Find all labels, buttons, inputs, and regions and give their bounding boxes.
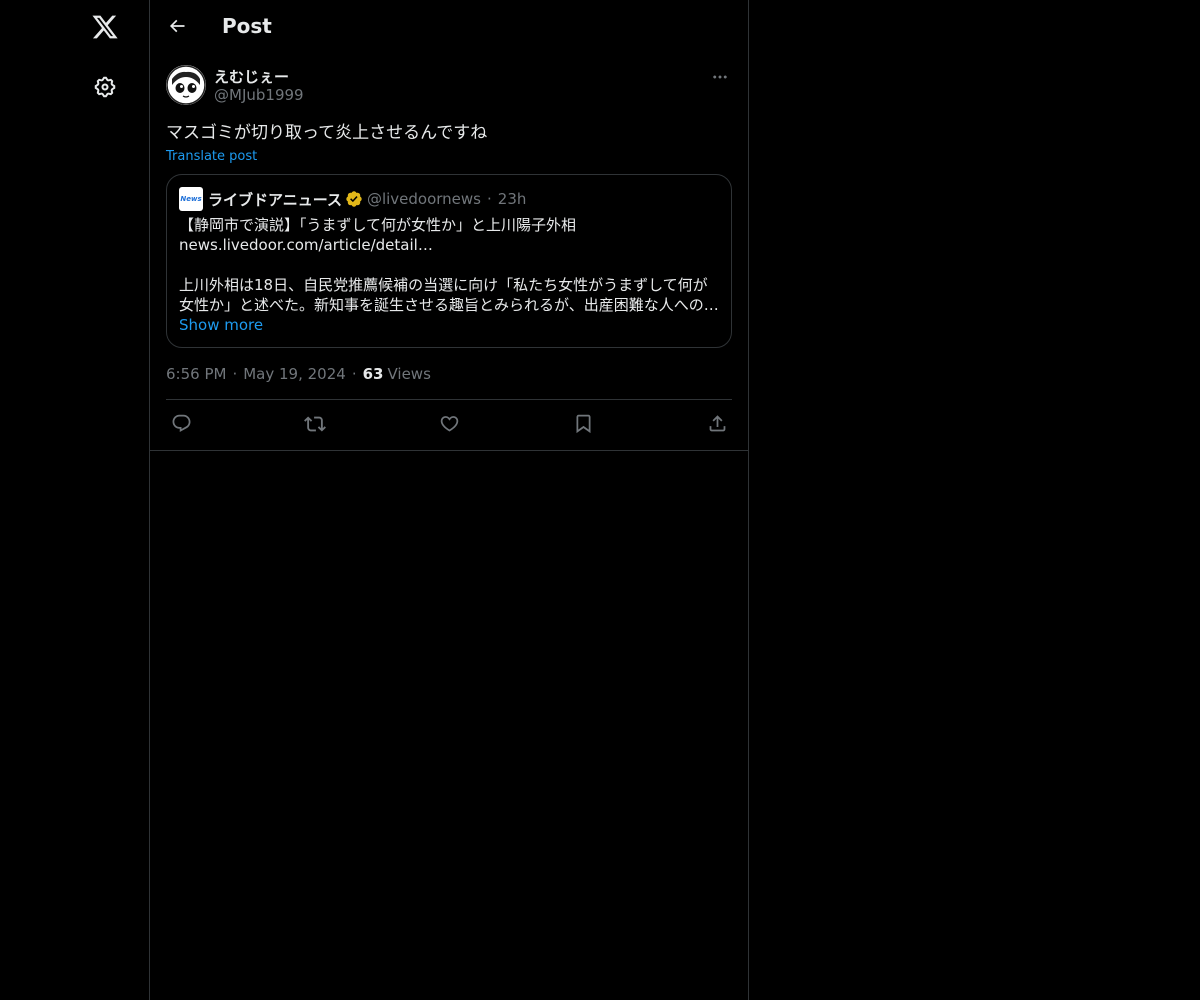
quote-link[interactable]: news.livedoor.com/article/detail… [179,235,719,255]
gear-icon[interactable] [80,62,130,112]
quoted-tweet-card[interactable]: News ライブドアニュース @livedoornews · 23h 【静岡市で… [166,174,732,348]
reply-button[interactable] [170,413,192,435]
like-button[interactable] [438,413,460,435]
separator-dot: · [351,364,357,383]
divider [150,450,748,451]
bookmark-icon [576,414,590,434]
translate-post-link[interactable]: Translate post [166,149,257,164]
quote-line: 【静岡市で演説】「うまずして何が女性か」と上川陽子外相 [179,216,577,234]
views-label: Views [387,364,431,383]
reply-icon [172,414,190,432]
back-button[interactable] [160,9,194,43]
author-display-name[interactable]: えむじぇー [214,66,289,87]
author-handle[interactable]: @MJub1999 [214,86,304,104]
quote-author-name: ライブドアニュース [208,190,342,209]
quote-header: News ライブドアニュース @livedoornews · 23h [179,187,719,211]
like-icon [440,416,458,432]
quote-blank-line [179,255,719,275]
quote-body: 【静岡市で演説】「うまずして何が女性か」と上川陽子外相 news.livedoo… [179,215,719,335]
bookmark-button[interactable] [572,413,594,435]
tweet-actions [166,400,732,447]
quote-timestamp: 23h [497,190,527,208]
more-options-button[interactable] [708,65,732,89]
quote-line: 女性か」と述べた。新知事を誕生させる趣旨とみられるが、出産困難な人への… [179,296,719,314]
quote-line: 上川外相は18日、自民党推薦候補の当選に向け「私たち女性がうまずして何が [179,276,708,294]
share-icon [709,415,725,432]
views-count: 63 [362,364,384,383]
repost-button[interactable] [304,413,326,435]
tweet: えむじぇー @MJub1999 マスゴミが切り取って炎上させるんですね Tran… [150,63,748,447]
verified-badge-icon [345,190,363,208]
retweet-icon [304,416,326,431]
tweet-time[interactable]: 6:56 PM [166,365,226,383]
tweet-date[interactable]: May 19, 2024 [243,365,346,383]
quote-avatar: News [179,187,203,211]
author-row: えむじぇー @MJub1999 [166,63,732,116]
tweet-meta: 6:56 PM · May 19, 2024 · 63 Views [166,348,732,400]
separator-dot: · [487,190,492,208]
x-logo-icon[interactable] [80,2,130,52]
tweet-text: マスゴミが切り取って炎上させるんですね [166,123,488,143]
arrow-left-icon [169,19,185,33]
page-title: Post [222,14,272,38]
avatar[interactable] [166,65,206,105]
share-button[interactable] [706,413,728,435]
left-nav-rail [0,0,150,1000]
primary-column: Post えむじぇー @MJub1999 マスゴミが切り取って炎上させるんですね… [149,0,749,1000]
page-header: Post [150,0,748,53]
show-more-link[interactable]: Show more [179,315,719,335]
separator-dot: · [232,364,238,383]
quote-author-handle: @livedoornews [366,190,481,208]
more-icon [713,75,727,79]
